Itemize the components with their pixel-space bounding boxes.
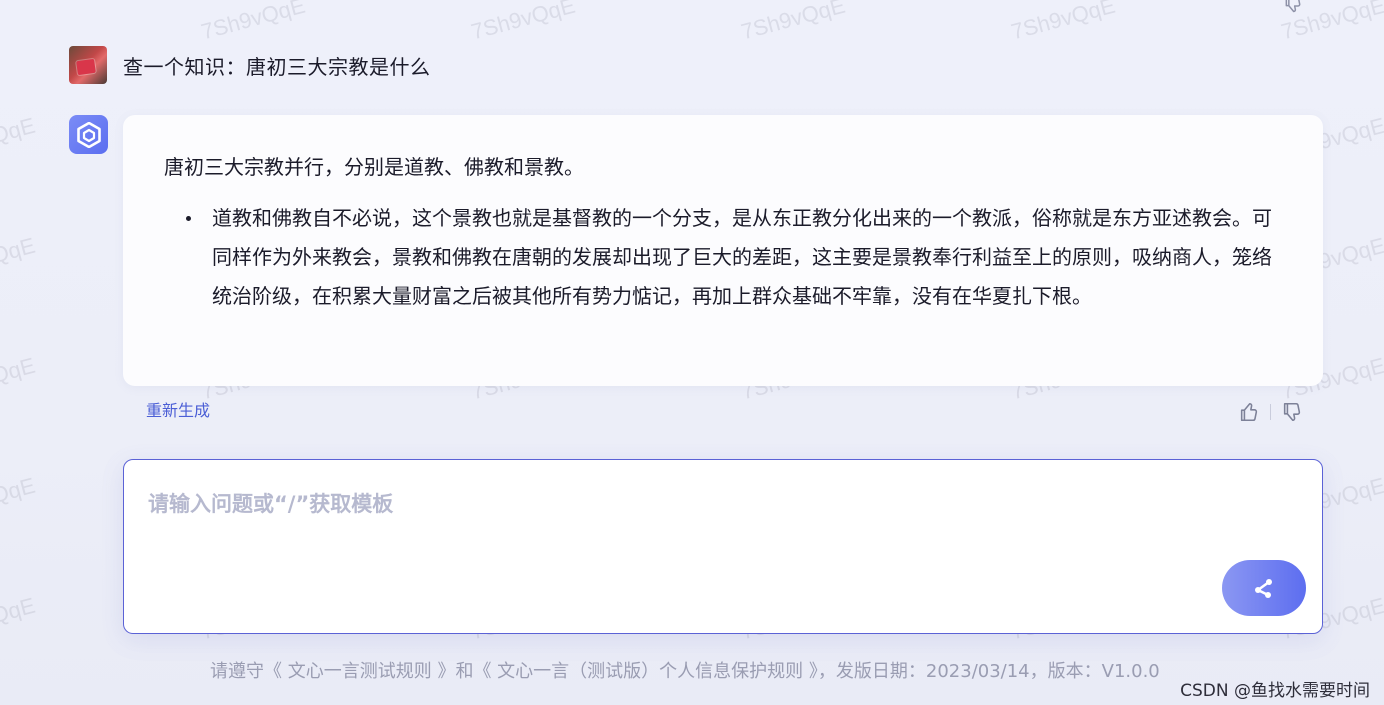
question-input[interactable] [146,486,1230,600]
ernie-bot-logo-icon [69,115,108,154]
watermark: 7Sh9vQqE [0,352,38,405]
user-message-text: 查一个知识：唐初三大宗教是什么 [123,54,431,79]
watermark: 7Sh9vQqE [468,0,578,45]
answer-intro-text: 唐初三大宗教并行，分别是道教、佛教和景教。 [164,155,584,179]
bullet-dot [186,216,191,221]
bot-answer-card: 唐初三大宗教并行，分别是道教、佛教和景教。 道教和佛教自不必说，这个景教也就是基… [123,115,1323,386]
feedback-divider [1270,404,1271,420]
csdn-credit-watermark: CSDN @鱼找水需要时间 [1180,681,1370,701]
question-input-container [123,459,1323,634]
send-button[interactable] [1222,560,1306,616]
user-avatar [69,46,107,84]
thumbs-down-icon[interactable] [1283,0,1303,14]
watermark: 7Sh9vQqE [0,472,38,525]
user-message-row: 查一个知识：唐初三大宗教是什么 [69,46,431,84]
feedback-controls [1238,401,1303,423]
watermark: 7Sh9vQqE [0,232,38,285]
answer-bullet-list: 道教和佛教自不必说，这个景教也就是基督教的一个分支，是从东正教分化出来的一个教派… [186,199,1284,316]
watermark: 7Sh9vQqE [0,112,38,165]
thumbs-up-icon[interactable] [1238,401,1260,423]
footer-notice: 请遵守《 文心一言测试规则 》和《 文心一言（测试版）个人信息保护规则 》，发版… [210,661,1160,682]
thumbs-down-icon[interactable] [1281,401,1303,423]
watermark: 7Sh9vQqE [1008,0,1118,45]
list-item: 道教和佛教自不必说，这个景教也就是基督教的一个分支，是从东正教分化出来的一个教派… [186,199,1284,316]
send-icon [1255,579,1272,598]
watermark: 7Sh9vQqE [738,0,848,45]
answer-bullet-text: 道教和佛教自不必说，这个景教也就是基督教的一个分支，是从东正教分化出来的一个教派… [212,206,1272,308]
regenerate-button[interactable]: 重新生成 [146,397,210,421]
watermark: 7Sh9vQqE [198,0,308,45]
watermark: 7Sh9vQqE [0,592,38,645]
